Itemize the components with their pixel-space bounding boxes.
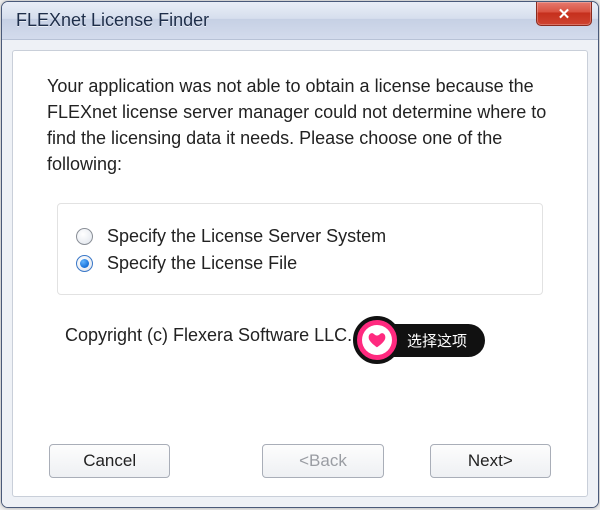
close-icon: ✕ xyxy=(558,5,571,23)
dialog-window: FLEXnet License Finder ✕ Your applicatio… xyxy=(1,1,599,508)
radio-label: Specify the License File xyxy=(107,253,297,274)
title-bar[interactable]: FLEXnet License Finder ✕ xyxy=(2,2,598,40)
button-row: Cancel <Back Next> xyxy=(47,444,553,480)
radio-icon xyxy=(76,228,93,245)
close-button[interactable]: ✕ xyxy=(536,2,592,26)
radio-icon xyxy=(76,255,93,272)
message-text: Your application was not able to obtain … xyxy=(47,73,553,177)
radio-specify-server[interactable]: Specify the License Server System xyxy=(76,226,524,247)
next-button[interactable]: Next> xyxy=(430,444,551,478)
back-button: <Back xyxy=(262,444,383,478)
cancel-button[interactable]: Cancel xyxy=(49,444,170,478)
radio-specify-file[interactable]: Specify the License File xyxy=(76,253,524,274)
options-group: Specify the License Server System Specif… xyxy=(57,203,543,295)
copyright-text: Copyright (c) Flexera Software LLC. xyxy=(65,325,553,346)
radio-label: Specify the License Server System xyxy=(107,226,386,247)
client-area: Your application was not able to obtain … xyxy=(2,40,598,507)
content-panel: Your application was not able to obtain … xyxy=(12,50,588,497)
window-title: FLEXnet License Finder xyxy=(16,10,209,31)
